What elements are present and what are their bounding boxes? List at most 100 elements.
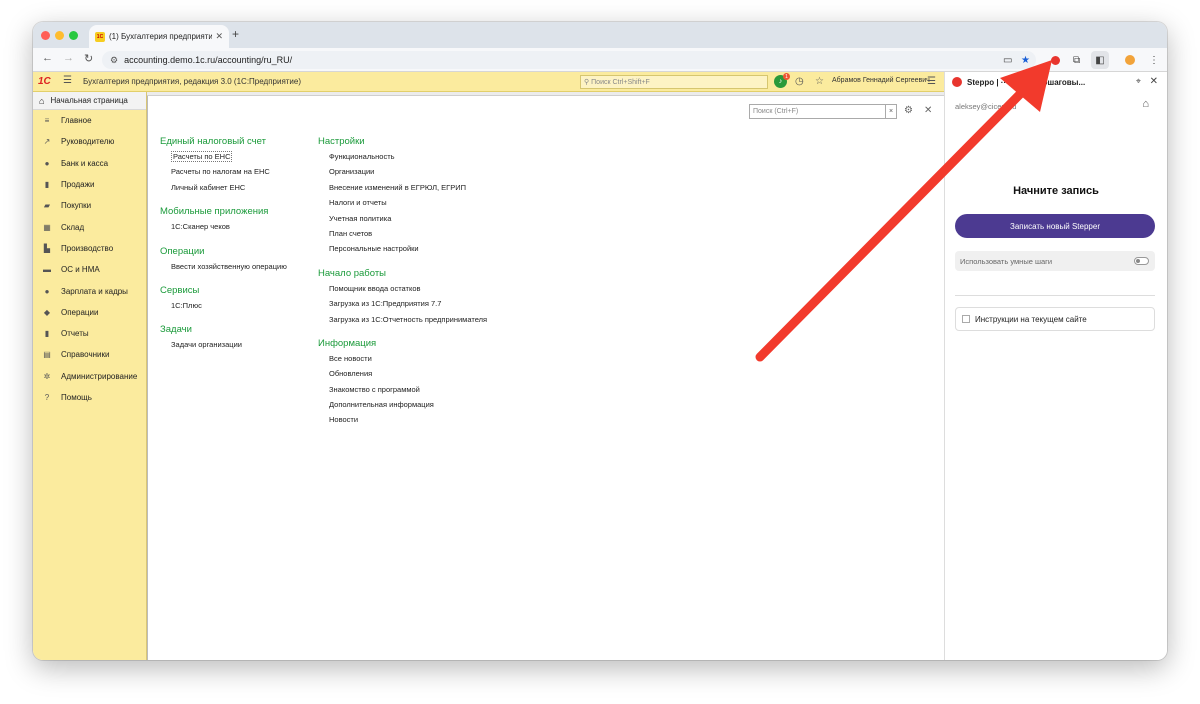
menu-link[interactable]: Персональные настройки (318, 241, 487, 256)
sidebar-item[interactable]: ▬ ОС и НМА (33, 259, 146, 280)
menu-link[interactable]: Налоги и отчеты (318, 195, 487, 210)
panel-search-input[interactable]: Поиск (Ctrl+F) × (749, 104, 897, 119)
maximize-window-button[interactable] (69, 31, 78, 40)
steppo-extension-icon[interactable] (1051, 51, 1060, 69)
sidebar-item[interactable]: ● Зарплата и кадры (33, 280, 146, 301)
sidebar-item-home[interactable]: ⌂ Начальная страница (33, 92, 146, 110)
smart-steps-toggle[interactable] (1134, 257, 1149, 265)
menu-link[interactable]: Новости (318, 412, 487, 427)
sidebar-item-icon: ▮ (44, 329, 50, 339)
menu-link-label: Внесение изменений в ЕГРЮЛ, ЕГРИП (329, 182, 467, 192)
menu-link-label: Личный кабинет ЕНС (171, 182, 246, 192)
menu-link[interactable]: Ввести хозяйственную операцию (160, 259, 287, 274)
site-settings-icon[interactable]: ⚙ (110, 55, 118, 66)
menu-link-label: Налоги и отчеты (329, 198, 387, 208)
menu-link[interactable]: Личный кабинет ЕНС (160, 180, 287, 195)
sidebar-item[interactable]: ◆ Операции (33, 302, 146, 323)
history-icon[interactable]: ◷ (795, 76, 804, 87)
sidebar-item-label: Администрирование (61, 371, 138, 381)
sidebar-item[interactable]: ≡ Главное (33, 110, 146, 131)
sidebar-item-icon: ▙ (43, 243, 51, 253)
menu-link-label: Функциональность (329, 152, 395, 161)
onec-sidebar: ⌂ Начальная страница ≡ Главное ↗ Руководите… (33, 92, 147, 660)
profile-avatar-icon[interactable] (1125, 51, 1135, 69)
divider (955, 295, 1155, 296)
menu-link[interactable]: Учетная политика (318, 211, 487, 226)
bookmark-star-icon[interactable]: ★ (1021, 51, 1030, 69)
menu-link-label: Новости (329, 415, 359, 425)
onec-global-search[interactable]: ⚲ Поиск Ctrl+Shift+F (580, 75, 768, 89)
sidebar-item[interactable]: ▙ Производство (33, 238, 146, 259)
menu-link-label: Загрузка из 1С:Отчетность предпринимател… (329, 314, 488, 324)
sidebar-item[interactable]: ● Банк и касса (33, 153, 146, 174)
pin-icon[interactable]: ⌖ (1136, 76, 1141, 87)
settings-menu-icon[interactable]: ☰ (927, 76, 936, 87)
close-tab-icon[interactable]: ✕ (215, 31, 223, 42)
record-new-stepper-button[interactable]: Записать новый Stepper (955, 214, 1155, 238)
smart-steps-label: Использовать умные шаги (960, 256, 1053, 266)
menu-link[interactable]: Расчеты по налогам на ЕНС (160, 164, 287, 179)
install-app-icon[interactable]: ▭ (1003, 51, 1012, 69)
address-bar[interactable]: ⚙ accounting.demo.1c.ru/accounting/ru_RU… (102, 51, 1036, 69)
close-window-button[interactable] (41, 31, 50, 40)
gear-icon[interactable]: ⚙ (904, 105, 913, 116)
side-panel-icon[interactable]: ◧ (1091, 51, 1109, 69)
close-icon[interactable]: ✕ (924, 105, 932, 116)
menu-link-label: Все новости (329, 353, 372, 363)
onec-favicon-icon: 1С (95, 31, 105, 42)
sidebar-item[interactable]: ▰ Покупки (33, 195, 146, 216)
sidebar-item-icon: ↗ (43, 137, 51, 147)
menu-link[interactable]: Обновления (318, 366, 487, 381)
reload-icon[interactable]: ↻ (84, 52, 93, 65)
menu-link[interactable]: Расчеты по ЕНС (160, 149, 287, 164)
onec-logo: 1С (38, 76, 51, 87)
menu-link[interactable]: Знакомство с программой (318, 382, 487, 397)
minimize-window-button[interactable] (55, 31, 64, 40)
menu-link-label: 1С:Плюс (171, 300, 202, 310)
menu-link[interactable]: Дополнительная информация (318, 397, 487, 412)
steppo-panel-header: Steppo | ···ческие пошаговы... (945, 72, 1167, 92)
hamburger-menu-icon[interactable]: ☰ (63, 75, 72, 86)
menu-link[interactable]: 1С:Плюс (160, 298, 287, 313)
menu-link-label: Знакомство с программой (329, 384, 420, 394)
new-tab-button[interactable]: + (232, 27, 239, 41)
sidebar-item[interactable]: ▤ Справочники (33, 344, 146, 365)
site-instructions-link[interactable]: Инструкции на текущем сайте (955, 307, 1155, 331)
menu-link[interactable]: Задачи организации (160, 337, 287, 352)
url-text: accounting.demo.1c.ru/accounting/ru_RU/ (124, 55, 293, 65)
home-icon[interactable]: ⌂ (1142, 98, 1149, 110)
menu-link[interactable]: Помощник ввода остатков (318, 281, 487, 296)
favorites-star-icon[interactable]: ☆ (815, 76, 824, 87)
site-instructions-label: Инструкции на текущем сайте (975, 314, 1087, 324)
extensions-puzzle-icon[interactable]: ⧉ (1073, 51, 1080, 69)
menu-link[interactable]: Организации (318, 164, 487, 179)
menu-link[interactable]: 1С:Сканер чеков (160, 219, 287, 234)
menu-link-label: Дополнительная информация (329, 400, 434, 410)
sidebar-item-icon: ● (44, 158, 50, 168)
sidebar-item[interactable]: ▮ Отчеты (33, 323, 146, 344)
sidebar-item-icon: ▮ (44, 180, 50, 190)
menu-link[interactable]: План счетов (318, 226, 487, 241)
close-panel-icon[interactable]: ✕ (1150, 76, 1158, 87)
sidebar-item[interactable]: ? Помощь (33, 387, 146, 408)
sidebar-item[interactable]: ▦ Склад (33, 216, 146, 237)
sidebar-item[interactable]: ▮ Продажи (33, 174, 146, 195)
sidebar-item[interactable]: ↗ Руководителю (33, 131, 146, 152)
forward-icon[interactable]: → (63, 52, 74, 64)
menu-link[interactable]: Загрузка из 1С:Отчетность предпринимател… (318, 312, 487, 327)
browser-tab[interactable]: 1С (1) Бухгалтерия предприяти ✕ (89, 25, 229, 48)
sidebar-item-icon: ▤ (43, 350, 51, 360)
clear-search-icon[interactable]: × (885, 105, 896, 118)
menu-link[interactable]: Все новости (318, 351, 487, 366)
browser-menu-icon[interactable]: ⋮ (1149, 51, 1159, 69)
back-icon[interactable]: ← (42, 52, 53, 64)
menu-link[interactable]: Функциональность (318, 149, 487, 164)
menu-link[interactable]: Внесение изменений в ЕГРЮЛ, ЕГРИП (318, 180, 487, 195)
sidebar-item-label: Производство (61, 243, 114, 253)
current-user-name[interactable]: Абрамов Геннадий Сергеевич (832, 77, 930, 84)
menu-link[interactable]: Загрузка из 1С:Предприятия 7.7 (318, 296, 487, 311)
sidebar-item[interactable]: ✲ Администрирование (33, 366, 146, 387)
section-header: Сервисы (160, 284, 200, 296)
